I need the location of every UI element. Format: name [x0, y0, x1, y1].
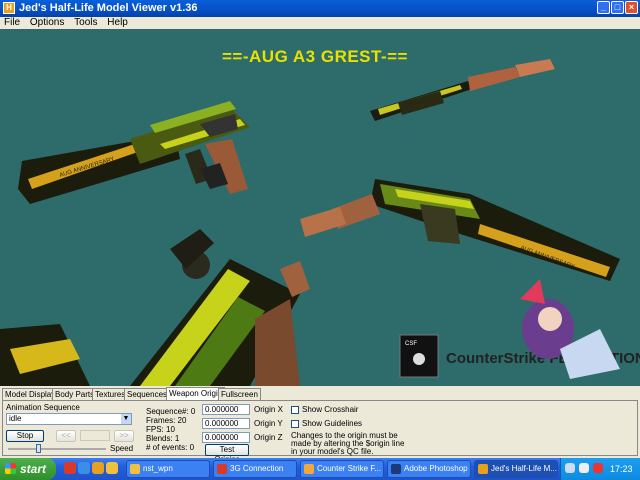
menu-file[interactable]: File	[4, 17, 20, 28]
svg-text:CSF: CSF	[405, 341, 417, 347]
model-viewer-icon	[478, 464, 488, 474]
model-viewport[interactable]: ==-AUG A3 GREST-== AUG ANNIVERSARY AUG A…	[0, 29, 640, 386]
start-label: start	[20, 462, 47, 476]
task-model-viewer[interactable]: Jed's Half-Life M...	[474, 460, 558, 478]
opera-icon[interactable]	[64, 462, 76, 474]
task-label: 3G Connection	[230, 464, 284, 473]
test-origins-button[interactable]: Test Origins	[205, 444, 249, 464]
security-icon[interactable]	[593, 463, 603, 473]
modem-icon	[217, 464, 227, 474]
model-render: AUG ANNIVERSARY AUG ANNIVERSARY CSF Coun…	[0, 59, 640, 386]
maximize-button[interactable]: □	[611, 1, 624, 14]
event-count: # of events: 0	[146, 443, 195, 452]
system-tray: 17:23	[560, 458, 640, 480]
speed-slider-track[interactable]	[8, 448, 106, 450]
fps-value: FPS: 10	[146, 425, 175, 434]
app-icon: H	[3, 2, 15, 14]
prev-frame-button[interactable]: <<	[56, 430, 76, 442]
sequence-select-value: idle	[9, 414, 22, 423]
task-photoshop[interactable]: Adobe Photoshop	[387, 460, 471, 478]
stop-button[interactable]: Stop	[6, 430, 44, 442]
sequence-select[interactable]: idle ▼	[6, 413, 132, 425]
ie-icon[interactable]	[78, 462, 90, 474]
task-3g-connection[interactable]: 3G Connection	[213, 460, 297, 478]
next-frame-button[interactable]: >>	[114, 430, 134, 442]
browser-icon	[304, 464, 314, 474]
photoshop-icon	[391, 464, 401, 474]
chevron-down-icon[interactable]: ▼	[121, 414, 131, 424]
task-label: nst_wpn	[143, 464, 173, 473]
blend-count: Blends: 1	[146, 434, 180, 443]
start-button[interactable]: start	[0, 458, 56, 480]
folder-task-icon	[130, 464, 140, 474]
weapon-model-angled: AUG ANNIVERSARY	[300, 179, 620, 281]
control-panel: Model Display Body Parts Textures Sequen…	[0, 386, 640, 464]
origin-y-label: Origin Y	[254, 419, 283, 428]
origin-z-input[interactable]: 0.000000	[202, 432, 250, 443]
frame-count: Frames: 20	[146, 416, 187, 425]
clock: 17:23	[610, 464, 633, 474]
weapon-model-top	[370, 59, 555, 121]
minimize-button[interactable]: _	[597, 1, 610, 14]
weapon-model-side: AUG ANNIVERSARY	[18, 101, 250, 204]
show-guidelines-checkbox[interactable]	[291, 420, 299, 428]
menu-options[interactable]: Options	[30, 17, 64, 28]
weapon-model-front	[0, 229, 310, 386]
task-label: Counter Strike F...	[317, 464, 382, 473]
menu-bar: File Options Tools Help	[0, 17, 640, 29]
animation-sequence-label: Animation Sequence	[6, 403, 80, 412]
origin-x-input[interactable]: 0.000000	[202, 404, 250, 415]
tab-weapon-origin[interactable]: Weapon Origin	[166, 387, 226, 401]
task-label: Jed's Half-Life M...	[491, 464, 557, 473]
menu-help[interactable]: Help	[107, 17, 128, 28]
task-label: Adobe Photoshop	[404, 464, 468, 473]
title-bar: H Jed's Half-Life Model Viewer v1.36 _ □…	[0, 0, 640, 17]
media-icon[interactable]	[92, 462, 104, 474]
frame-field[interactable]	[80, 430, 110, 441]
origin-x-label: Origin X	[254, 405, 283, 414]
network-icon[interactable]	[579, 463, 589, 473]
speed-slider-thumb[interactable]	[35, 444, 41, 453]
taskbar: start nst_wpn 3G Connection Counter Stri…	[0, 458, 640, 480]
sequence-number: Sequence#: 0	[146, 407, 196, 416]
show-crosshair-label: Show Crosshair	[302, 405, 359, 414]
menu-tools[interactable]: Tools	[74, 17, 97, 28]
task-nst-wpn[interactable]: nst_wpn	[126, 460, 210, 478]
show-guidelines-label: Show Guidelines	[302, 419, 363, 428]
speed-label: Speed	[110, 444, 134, 453]
keyboard-icon[interactable]	[565, 463, 575, 473]
weapon-origin-panel: Animation Sequence idle ▼ Stop << >> Spe…	[2, 400, 638, 464]
close-button[interactable]: ×	[625, 1, 638, 14]
origin-z-label: Origin Z	[254, 433, 283, 442]
origin-note-line-3: in your model's QC file.	[291, 447, 374, 456]
task-counter-strike[interactable]: Counter Strike F...	[300, 460, 384, 478]
origin-y-input[interactable]: 0.000000	[202, 418, 250, 429]
window-title: Jed's Half-Life Model Viewer v1.36	[19, 2, 198, 14]
folder-icon[interactable]	[106, 462, 118, 474]
windows-logo-icon	[5, 463, 16, 474]
show-crosshair-checkbox[interactable]	[291, 406, 299, 414]
